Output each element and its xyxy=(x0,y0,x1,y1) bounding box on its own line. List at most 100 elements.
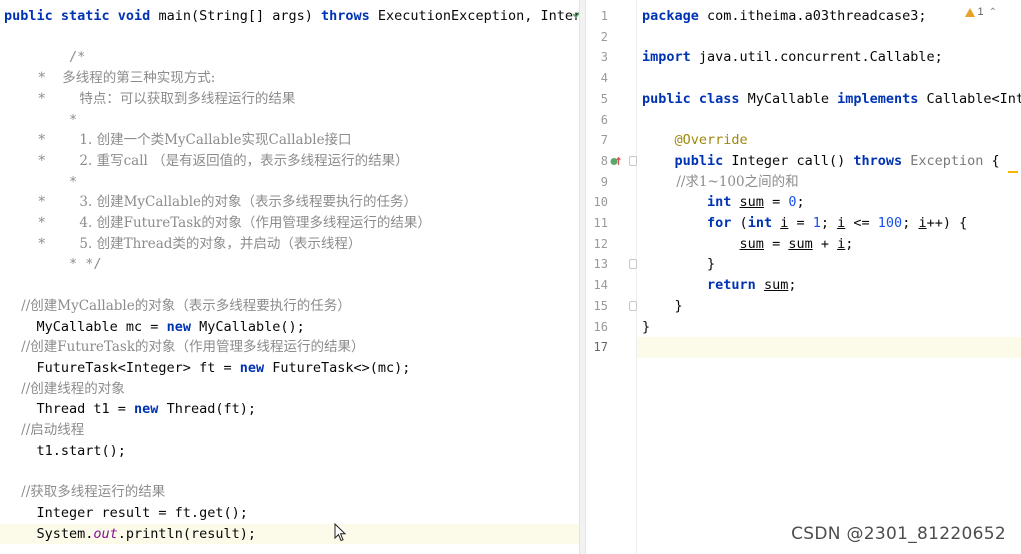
fold-marker-icon[interactable] xyxy=(629,259,637,270)
code-line[interactable]: int sum = 0; xyxy=(637,192,1021,213)
code-line-text: * 3. 创建MyCallable的对象（表示多线程要执行的任务） xyxy=(4,192,417,213)
code-line[interactable]: //创建线程的对象 xyxy=(0,379,579,400)
code-line[interactable] xyxy=(0,461,579,482)
code-line[interactable]: * 多线程的第三种实现方式: xyxy=(0,68,579,89)
code-line[interactable]: * xyxy=(0,110,579,131)
code-line[interactable]: * 1. 创建一个类MyCallable实现Callable接口 xyxy=(0,130,579,151)
code-line[interactable]: @Override xyxy=(637,130,1021,151)
code-token: package xyxy=(642,8,708,24)
code-line-text: } xyxy=(642,296,683,317)
code-token: * 1. 创建一个类MyCallable实现Callable接口 xyxy=(4,132,352,149)
warning-triangle-icon xyxy=(965,7,976,17)
code-line-text: public Integer call() throws Exception { xyxy=(642,151,1000,172)
code-line[interactable]: FutureTask<Integer> ft = new FutureTask<… xyxy=(0,358,579,379)
code-token: throws xyxy=(853,152,911,169)
line-number: 16 xyxy=(593,319,608,334)
code-token: for xyxy=(707,215,740,231)
code-token: * 3. 创建MyCallable的对象（表示多线程要执行的任务） xyxy=(4,194,418,211)
code-line[interactable]: Thread t1 = new Thread(ft); xyxy=(0,399,579,420)
code-token: * 4. 创建FutureTask的对象（作用管理多线程运行的结果） xyxy=(4,215,431,231)
code-line[interactable]: //创建FutureTask的对象（作用管理多线程运行的结果） xyxy=(0,337,579,358)
code-line[interactable]: } xyxy=(637,296,1021,317)
code-line-text: package com.itheima.a03threadcase3; xyxy=(642,6,926,27)
code-line[interactable] xyxy=(0,275,579,296)
code-token: MyCallable mc = xyxy=(4,318,167,335)
scrollbar-marker[interactable] xyxy=(1008,171,1018,173)
code-line[interactable]: //获取多线程运行的结果 xyxy=(0,482,579,503)
code-line[interactable]: public static void main(String[] args) t… xyxy=(0,6,579,27)
left-editor-pane[interactable]: public static void main(String[] args) t… xyxy=(0,0,579,554)
code-line[interactable] xyxy=(637,27,1021,48)
code-token: //创建FutureTask的对象（作用管理多线程运行的结果） xyxy=(4,339,365,356)
code-line[interactable]: //求1~100之间的和 xyxy=(637,172,1021,193)
code-line[interactable]: t1.start(); xyxy=(0,441,579,462)
code-line[interactable] xyxy=(637,68,1021,89)
code-line[interactable] xyxy=(0,27,579,48)
code-line-text: //求1~100之间的和 xyxy=(642,172,798,193)
warning-count: 1 xyxy=(977,6,984,18)
code-line[interactable]: * 2. 重写call （是有返回值的，表示多线程运行的结果） xyxy=(0,151,579,172)
code-line-text: } xyxy=(642,254,715,275)
code-token: MyCallable(); xyxy=(199,318,305,335)
code-line[interactable]: * 5. 创建Thread类的对象，并启动（表示线程） xyxy=(0,234,579,255)
code-token: + xyxy=(812,235,838,252)
code-line-text: import java.util.concurrent.Callable; xyxy=(642,47,943,68)
code-line[interactable]: Integer result = ft.get(); xyxy=(0,503,579,524)
code-line[interactable]: * xyxy=(0,172,579,193)
line-number: 2 xyxy=(600,29,608,44)
code-token: int xyxy=(707,194,740,211)
line-number: 15 xyxy=(593,298,608,313)
fold-marker-icon[interactable] xyxy=(629,155,637,166)
code-line[interactable]: import java.util.concurrent.Callable; xyxy=(637,47,1021,68)
right-editor-pane[interactable]: 1 2 3 4 5 6 7 8 9 10 11 12 13 14 15 16 17 package com.it… xyxy=(586,0,1021,554)
editor-splitter[interactable] xyxy=(579,0,586,554)
code-token: ; xyxy=(796,194,805,211)
code-line-text: t1.start(); xyxy=(4,441,126,462)
code-line[interactable]: sum = sum + i; xyxy=(637,234,1021,255)
code-line[interactable]: * 4. 创建FutureTask的对象（作用管理多线程运行的结果） xyxy=(0,213,579,234)
code-line[interactable]: //启动线程 xyxy=(0,420,579,441)
mouse-cursor-icon xyxy=(334,523,347,542)
watermark: CSDN @2301_81220652 xyxy=(791,524,1006,544)
code-token: Exception xyxy=(910,152,984,169)
fold-marker-icon[interactable] xyxy=(629,300,637,311)
code-line-text: //创建线程的对象 xyxy=(4,379,125,400)
code-token: * 5. 创建Thread类的对象，并启动（表示线程） xyxy=(4,235,362,252)
code-line[interactable]: } xyxy=(637,317,1021,338)
line-number: 5 xyxy=(600,91,608,106)
code-token: ; xyxy=(902,215,919,231)
line-number: 4 xyxy=(600,71,608,86)
line-number: 12 xyxy=(593,236,608,251)
code-line[interactable] xyxy=(637,110,1021,131)
code-token: * 2. 重写call （是有返回值的，表示多线程运行的结果） xyxy=(4,152,409,169)
code-line[interactable] xyxy=(637,337,1021,358)
code-token: com.itheima.a03threadcase3; xyxy=(707,8,927,24)
code-line[interactable]: return sum; xyxy=(637,275,1021,296)
code-line[interactable]: System.out.println(result); xyxy=(0,523,579,545)
code-line[interactable]: package com.itheima.a03threadcase3; xyxy=(637,6,1021,27)
code-line-text: for (int i = 1; i <= 100; i++) { xyxy=(642,213,967,234)
code-token: implements xyxy=(837,90,927,107)
code-line[interactable]: /* xyxy=(0,47,579,68)
inspection-widget[interactable]: 1 ⌃ xyxy=(965,6,997,18)
code-token: //创建MyCallable的对象（表示多线程要执行的任务） xyxy=(4,297,351,314)
code-line[interactable]: public class MyCallable implements Calla… xyxy=(637,89,1021,110)
code-line[interactable]: for (int i = 1; i <= 100; i++) { xyxy=(637,213,1021,234)
code-line[interactable]: * 特点：可以获取到多线程运行的结果 xyxy=(0,89,579,110)
code-token: ( xyxy=(739,215,748,231)
code-line[interactable]: } xyxy=(637,254,1021,275)
code-line-text: public static void main(String[] args) t… xyxy=(4,6,579,27)
code-line[interactable]: //创建MyCallable的对象（表示多线程要执行的任务） xyxy=(0,296,579,317)
override-method-icon[interactable] xyxy=(610,156,621,167)
code-line[interactable]: * 3. 创建MyCallable的对象（表示多线程要执行的任务） xyxy=(0,192,579,213)
code-token: sum xyxy=(788,235,813,252)
code-token: @Override xyxy=(674,132,748,149)
code-line[interactable]: MyCallable mc = new MyCallable(); xyxy=(0,317,579,338)
code-line[interactable]: * */ xyxy=(0,254,579,275)
code-line[interactable]: public Integer call() throws Exception { xyxy=(637,151,1021,172)
chevron-up-icon[interactable]: ⌃ xyxy=(989,7,997,18)
